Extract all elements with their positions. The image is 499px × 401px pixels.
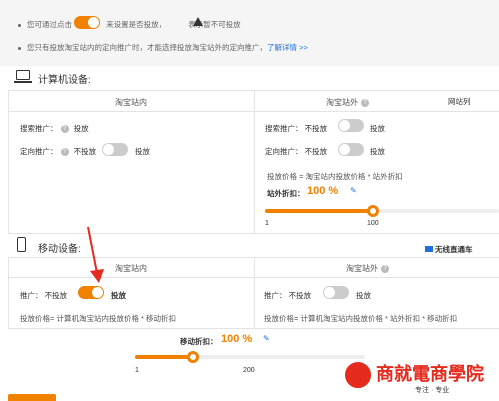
outside-discount-slider-handle[interactable] bbox=[367, 205, 379, 217]
notice-line-2: 您只有投放淘宝站内的定向推广时，才能选择投放淘宝站外的定向推广，了解详情 >> bbox=[18, 42, 308, 53]
outside-search-row: 搜索推广： 不投放 bbox=[265, 124, 328, 133]
mobile-section-title: 移动设备: bbox=[38, 244, 81, 255]
on-label: 投放 bbox=[135, 147, 150, 156]
computer-icon bbox=[16, 70, 30, 80]
mobile-outside-row: 推广： 不投放 bbox=[264, 291, 312, 300]
watermark-logo bbox=[343, 360, 373, 390]
notice-line-1: 您可通过点击 来设置是否投放， 表示暂不可投放 bbox=[18, 19, 241, 30]
bullet-icon bbox=[18, 23, 21, 27]
watermark-brand: 商就電商學院 bbox=[376, 364, 484, 385]
targeting-promo-row: 定向推广：? 不投放 bbox=[20, 147, 97, 157]
slider-max-label: 200 bbox=[243, 367, 255, 374]
mobile-inside-toggle[interactable] bbox=[78, 286, 104, 299]
mobile-inside-row: 推广： 不投放 bbox=[20, 291, 68, 300]
computer-inside-targeting-toggle[interactable] bbox=[102, 143, 128, 156]
video-icon bbox=[425, 246, 433, 252]
outside-discount-value: 100 % bbox=[307, 185, 339, 197]
mobile-inside-price-formula: 投放价格= 计算机淘宝站内投放价格 * 移动折扣 bbox=[20, 314, 177, 323]
notice-text: 您只有投放淘宝站内的定向推广时，才能选择投放淘宝站外的定向推广， bbox=[27, 43, 267, 52]
tab-mobile-inside: 淘宝站内 bbox=[115, 264, 147, 273]
tab-computer-outside: 淘宝站外? bbox=[254, 97, 444, 108]
mobile-icon bbox=[17, 237, 26, 252]
computer-outside-targeting-toggle[interactable] bbox=[338, 143, 364, 156]
search-promo-value: 投放 bbox=[73, 124, 89, 133]
search-promo-row: 搜索推广：? 投放 bbox=[20, 124, 89, 134]
on-label: 投放 bbox=[370, 147, 385, 156]
divider bbox=[254, 90, 255, 234]
outside-targeting-row: 定向推广： 不投放 bbox=[265, 147, 328, 156]
help-icon: ? bbox=[60, 125, 69, 134]
computer-icon-base bbox=[14, 81, 32, 83]
help-icon: ? bbox=[381, 264, 389, 273]
mobile-discount-value: 100 % bbox=[221, 333, 253, 345]
outside-price-formula: 投放价格 = 淘宝站内投放价格 * 站外折扣 bbox=[267, 172, 403, 181]
example-toggle[interactable] bbox=[74, 16, 100, 29]
mobile-outside-price-formula: 投放价格= 计算机淘宝站内投放价格 * 站外折扣 * 移动折扣 bbox=[264, 314, 458, 323]
slider-max-label: 100 bbox=[367, 220, 379, 227]
on-label: 投放 bbox=[356, 291, 371, 300]
mobile-discount-slider-handle[interactable] bbox=[187, 351, 199, 363]
warning-icon bbox=[193, 17, 203, 26]
slider-min-label: 1 bbox=[265, 220, 269, 227]
computer-section-title: 计算机设备: bbox=[38, 75, 91, 86]
notice-text: 您可通过点击 bbox=[27, 20, 72, 29]
help-icon: ? bbox=[60, 148, 69, 157]
tab-computer-inside: 淘宝站内 bbox=[115, 98, 147, 107]
notice-bar: 您可通过点击 来设置是否投放， 表示暂不可投放 您只有投放淘宝站内的定向推广时，… bbox=[0, 0, 499, 66]
save-button[interactable] bbox=[8, 394, 56, 401]
mobile-promo-link[interactable]: 无线直通车 bbox=[425, 244, 473, 255]
outside-discount-slider-fill bbox=[265, 209, 373, 213]
annotation-arrow bbox=[87, 226, 104, 283]
edit-icon[interactable]: ✎ bbox=[350, 186, 357, 195]
help-icon: ? bbox=[361, 98, 369, 107]
slider-min-label: 1 bbox=[135, 367, 139, 374]
on-label: 投放 bbox=[370, 124, 385, 133]
watermark-tagline: 专注 · 专业 bbox=[415, 387, 450, 394]
site-list-link[interactable]: 网站列 bbox=[448, 96, 471, 107]
outside-discount-label: 站外折扣： bbox=[267, 189, 305, 198]
mobile-discount-slider-fill bbox=[135, 355, 193, 359]
edit-icon[interactable]: ✎ bbox=[263, 334, 270, 343]
on-label: 投放 bbox=[111, 291, 126, 300]
computer-outside-search-toggle[interactable] bbox=[338, 119, 364, 132]
tab-mobile-outside: 淘宝站外? bbox=[254, 263, 484, 274]
notice-text: 来设置是否投放， bbox=[106, 20, 167, 29]
bullet-icon bbox=[18, 46, 21, 50]
mobile-discount-label: 移动折扣： bbox=[180, 337, 218, 346]
mobile-outside-toggle[interactable] bbox=[323, 286, 349, 299]
learn-more-link[interactable]: 了解详情 >> bbox=[267, 43, 308, 52]
